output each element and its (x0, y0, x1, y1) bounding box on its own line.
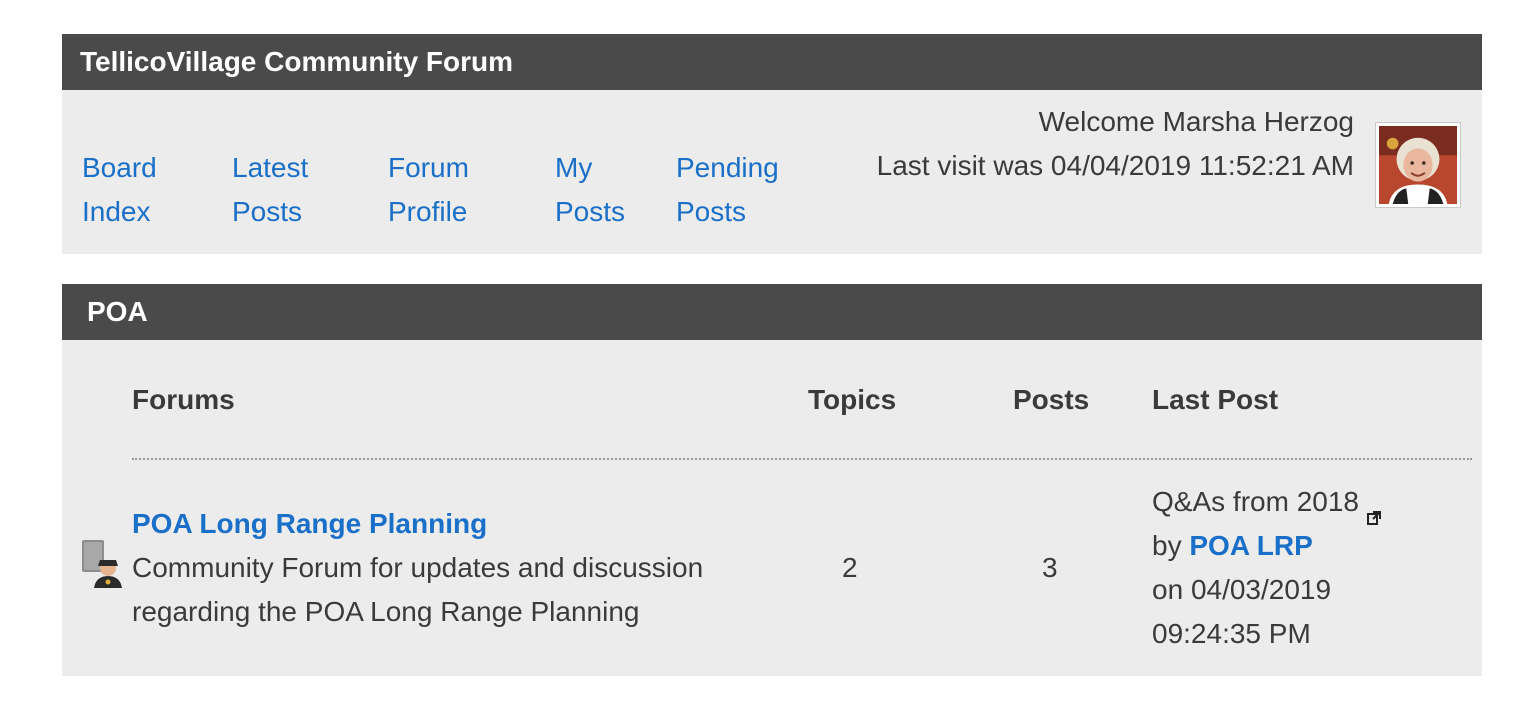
welcome-block: Welcome Marsha Herzog Last visit was 04/… (834, 100, 1354, 188)
last-post-time: 09:24:35 PM (1152, 618, 1311, 649)
on-label: on (1152, 574, 1184, 605)
user-avatar[interactable] (1375, 122, 1461, 208)
nav-forum-profile[interactable]: Forum Profile (388, 146, 469, 234)
last-post-date: 04/03/2019 (1190, 574, 1332, 605)
welcome-greeting: Welcome Marsha Herzog (1038, 106, 1354, 137)
topics-count: 2 (842, 552, 858, 583)
external-link-icon[interactable] (1366, 494, 1381, 525)
nav-my-posts[interactable]: My Posts (555, 146, 625, 234)
col-last-post: Last Post (1152, 384, 1279, 415)
category-title: POA (62, 284, 1482, 340)
nav-latest-posts[interactable]: Latest Posts (232, 146, 308, 234)
last-post-topic-line[interactable]: Q&As from 2018 (1152, 480, 1381, 525)
col-forums: Forums (132, 384, 235, 415)
last-visit-text: Last visit was 04/04/2019 11:52:21 AM (876, 150, 1354, 181)
last-post-author-line: by POA LRP (1152, 524, 1381, 568)
last-post-info: Q&As from 2018 by POA LRP on 04/03/2019 … (1152, 480, 1381, 656)
forum-moderator-icon (80, 538, 122, 588)
forum-list: Forums Topics Posts Last Post POA Long R… (62, 340, 1482, 676)
posts-count: 3 (1042, 552, 1058, 583)
col-topics: Topics (808, 384, 897, 415)
site-title: TellicoVillage Community Forum (62, 34, 1482, 90)
header-divider (132, 458, 1472, 460)
last-post-topic[interactable]: Q&As from 2018 (1152, 486, 1359, 517)
nav-board-index[interactable]: Board Index (82, 146, 157, 234)
col-posts: Posts (1013, 384, 1090, 415)
forum-description: Community Forum for updates and discussi… (132, 552, 704, 627)
last-post-user[interactable]: POA LRP (1189, 530, 1312, 561)
category-panel: POA Forums Topics Posts Last Post POA Lo… (62, 284, 1482, 676)
nav-pending-posts[interactable]: Pending Posts (676, 146, 779, 234)
by-label: by (1152, 530, 1182, 561)
user-nav-bar: Board Index Latest Posts Forum Profile M… (62, 90, 1482, 254)
forum-link[interactable]: POA Long Range Planning (132, 502, 487, 546)
last-post-date-line: on 04/03/2019 (1152, 568, 1381, 612)
avatar-photo-icon (1379, 126, 1457, 204)
forum-header-panel: TellicoVillage Community Forum Board Ind… (62, 34, 1482, 254)
